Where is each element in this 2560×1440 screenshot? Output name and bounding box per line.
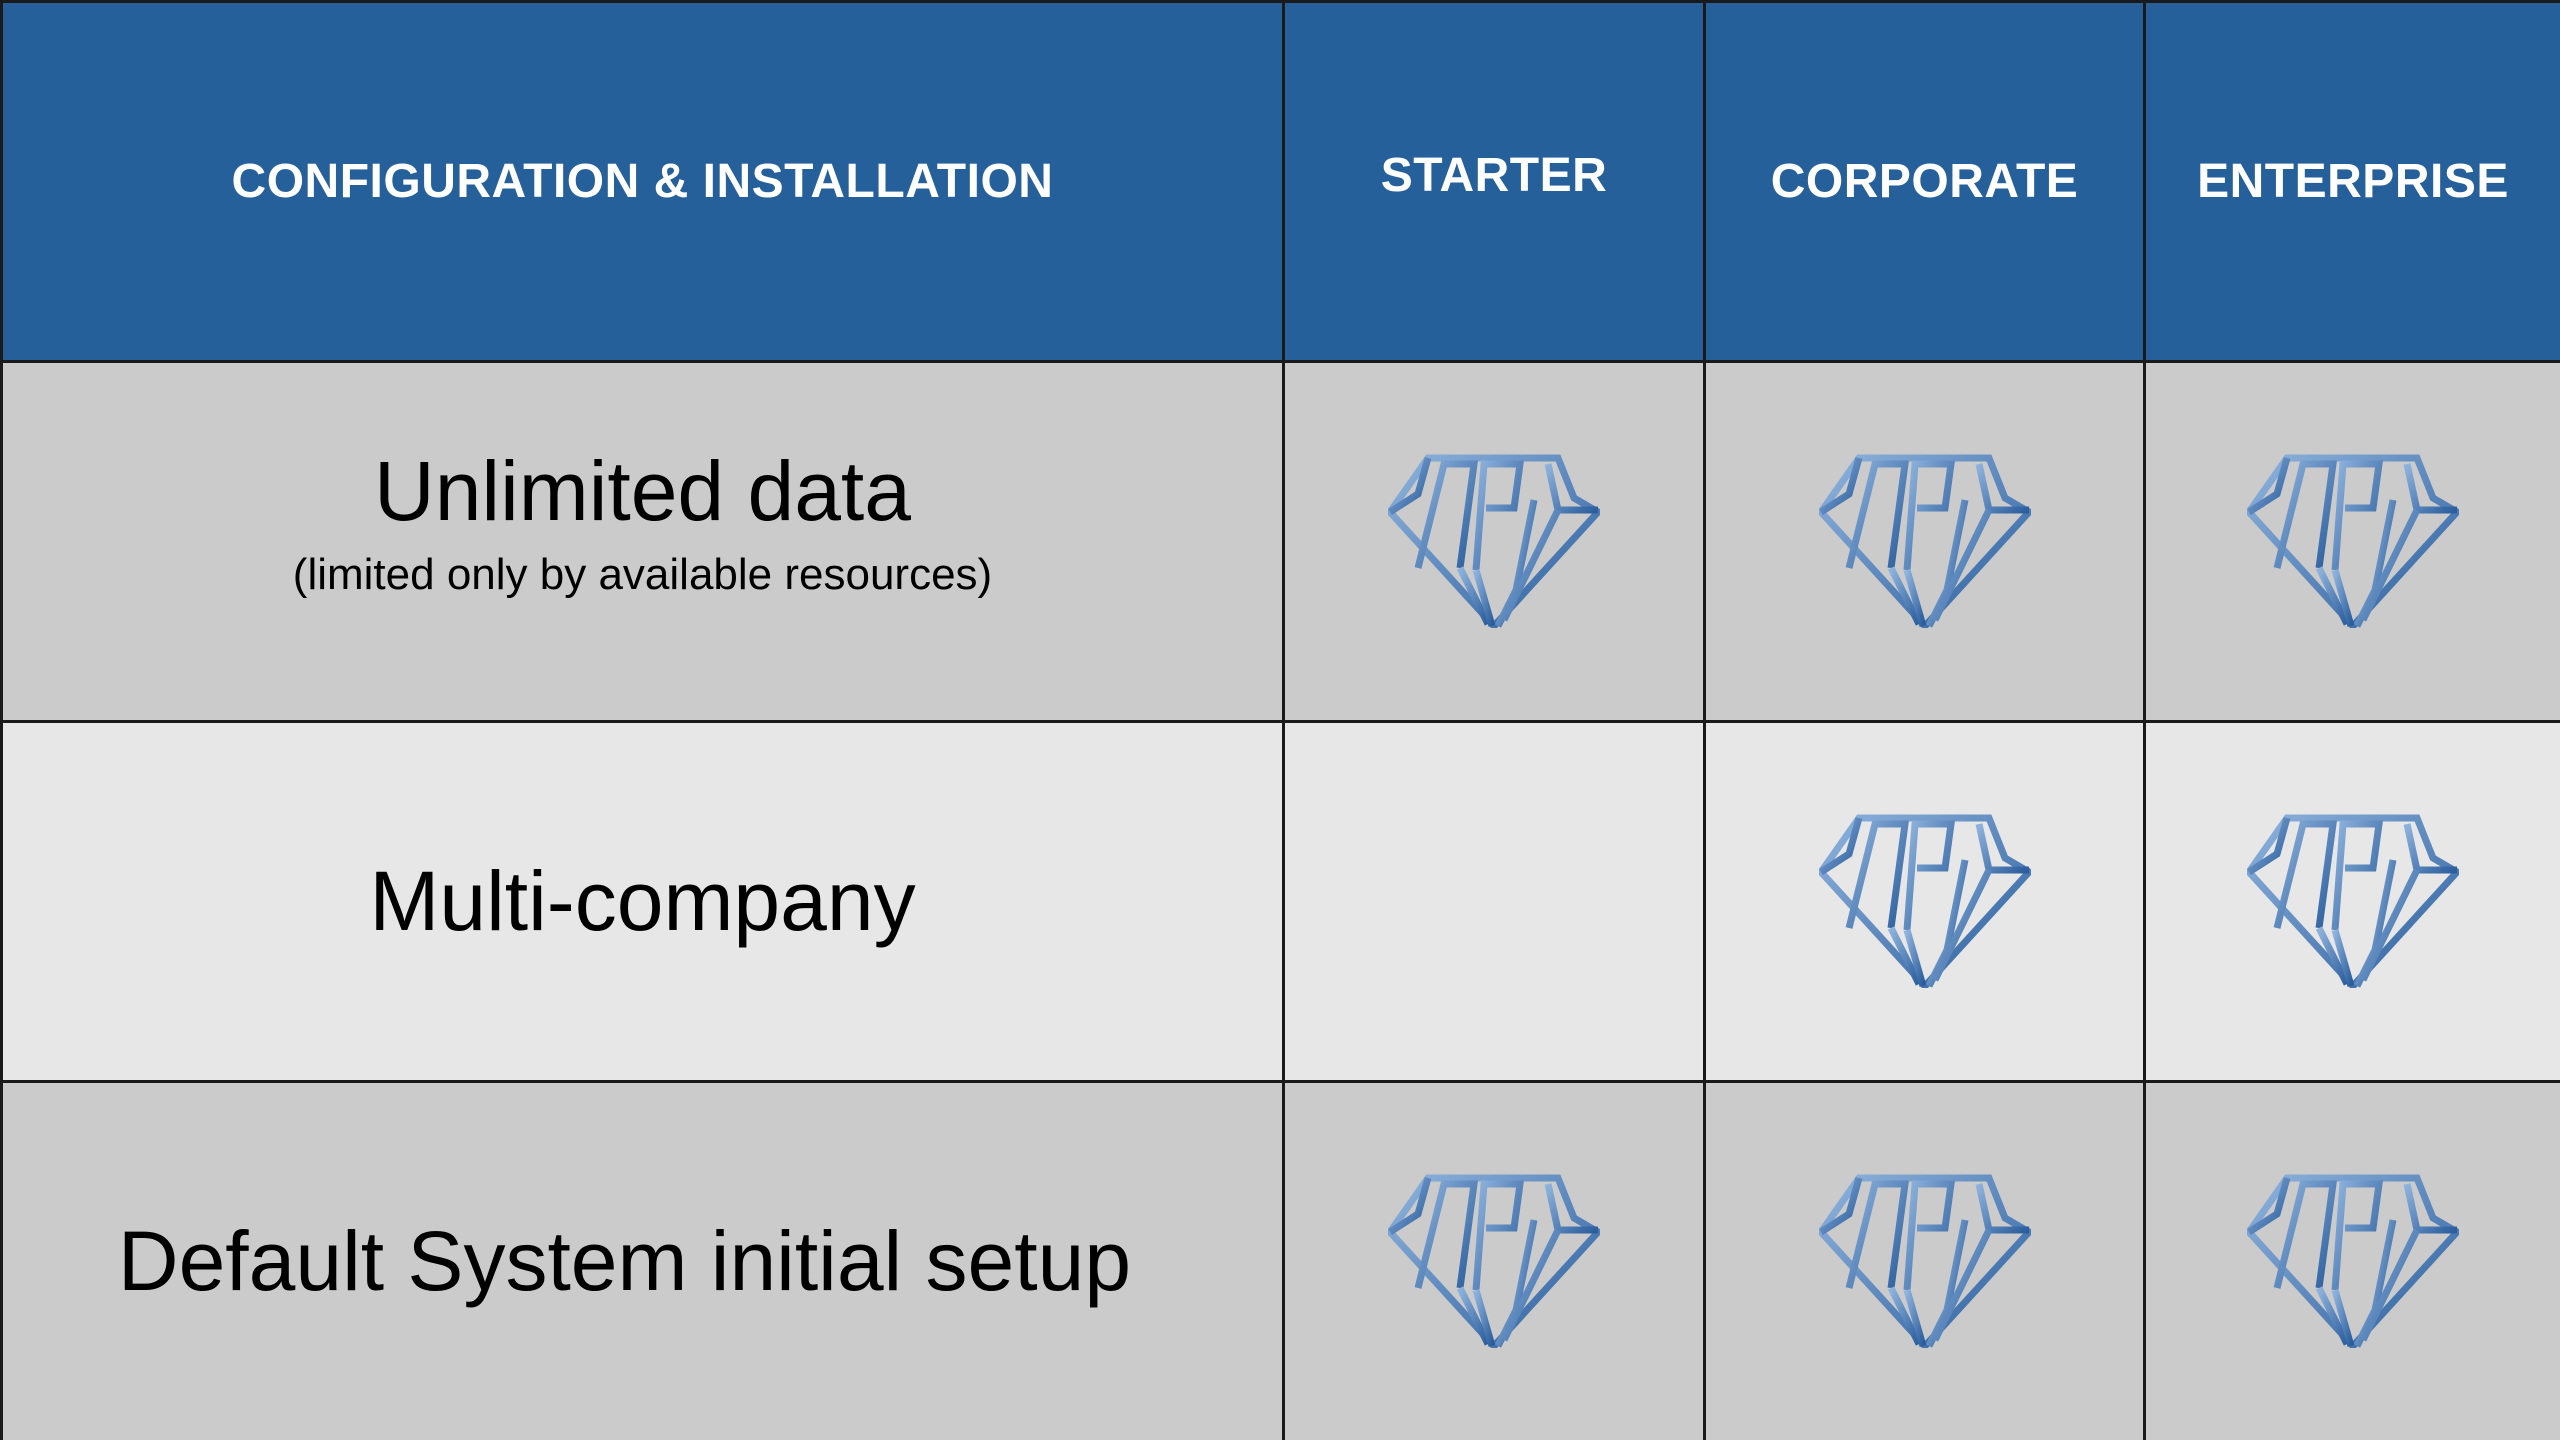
feature-cell: Multi-company (0, 720, 1285, 1083)
plan-header-corporate: CORPORATE (1703, 0, 2146, 363)
api-diamond-logo-icon (1818, 1170, 2031, 1348)
plan-cell-starter (1282, 360, 1706, 723)
plan-header-starter: STARTER (1282, 0, 1706, 363)
api-diamond-logo-icon (1388, 1170, 1600, 1348)
feature-row-default-system-setup: Default System initial setup (0, 1080, 2560, 1440)
feature-cell: Unlimited data (limited only by availabl… (0, 360, 1285, 723)
plan-cell-enterprise (2143, 360, 2560, 723)
api-diamond-logo-icon (1388, 450, 1600, 628)
plan-cell-starter (1282, 720, 1706, 1083)
api-diamond-logo-icon (2247, 810, 2459, 988)
plan-header-label: CORPORATE (1770, 155, 2079, 208)
plan-header-label: STARTER (1380, 149, 1608, 202)
section-header: CONFIGURATION & INSTALLATION (0, 0, 1285, 363)
plan-cell-corporate (1703, 1080, 2146, 1440)
feature-comparison-table: CONFIGURATION & INSTALLATION STARTER COR… (0, 0, 2560, 1440)
feature-subtitle: (limited only by available resources) (292, 549, 993, 599)
feature-cell: Default System initial setup (0, 1080, 1285, 1440)
feature-title: Multi-company (369, 854, 916, 949)
plan-header-enterprise: ENTERPRISE (2143, 0, 2560, 363)
table-header-row: CONFIGURATION & INSTALLATION STARTER COR… (0, 0, 2560, 363)
feature-row-unlimited-data: Unlimited data (limited only by availabl… (0, 360, 2560, 723)
plan-cell-corporate (1703, 360, 2146, 723)
feature-title: Unlimited data (374, 444, 911, 539)
feature-row-multi-company: Multi-company (0, 720, 2560, 1083)
plan-cell-corporate (1703, 720, 2146, 1083)
plan-header-label: ENTERPRISE (2197, 155, 2509, 208)
section-header-label: CONFIGURATION & INSTALLATION (231, 155, 1054, 208)
plan-cell-starter (1282, 1080, 1706, 1440)
feature-title: Default System initial setup (117, 1214, 1132, 1309)
feature-comparison-page: CONFIGURATION & INSTALLATION STARTER COR… (0, 0, 2560, 1440)
api-diamond-logo-icon (1818, 810, 2031, 988)
api-diamond-logo-icon (2247, 1170, 2459, 1348)
api-diamond-logo-icon (2247, 450, 2459, 628)
plan-cell-enterprise (2143, 720, 2560, 1083)
plan-cell-enterprise (2143, 1080, 2560, 1440)
api-diamond-logo-icon (1818, 450, 2031, 628)
